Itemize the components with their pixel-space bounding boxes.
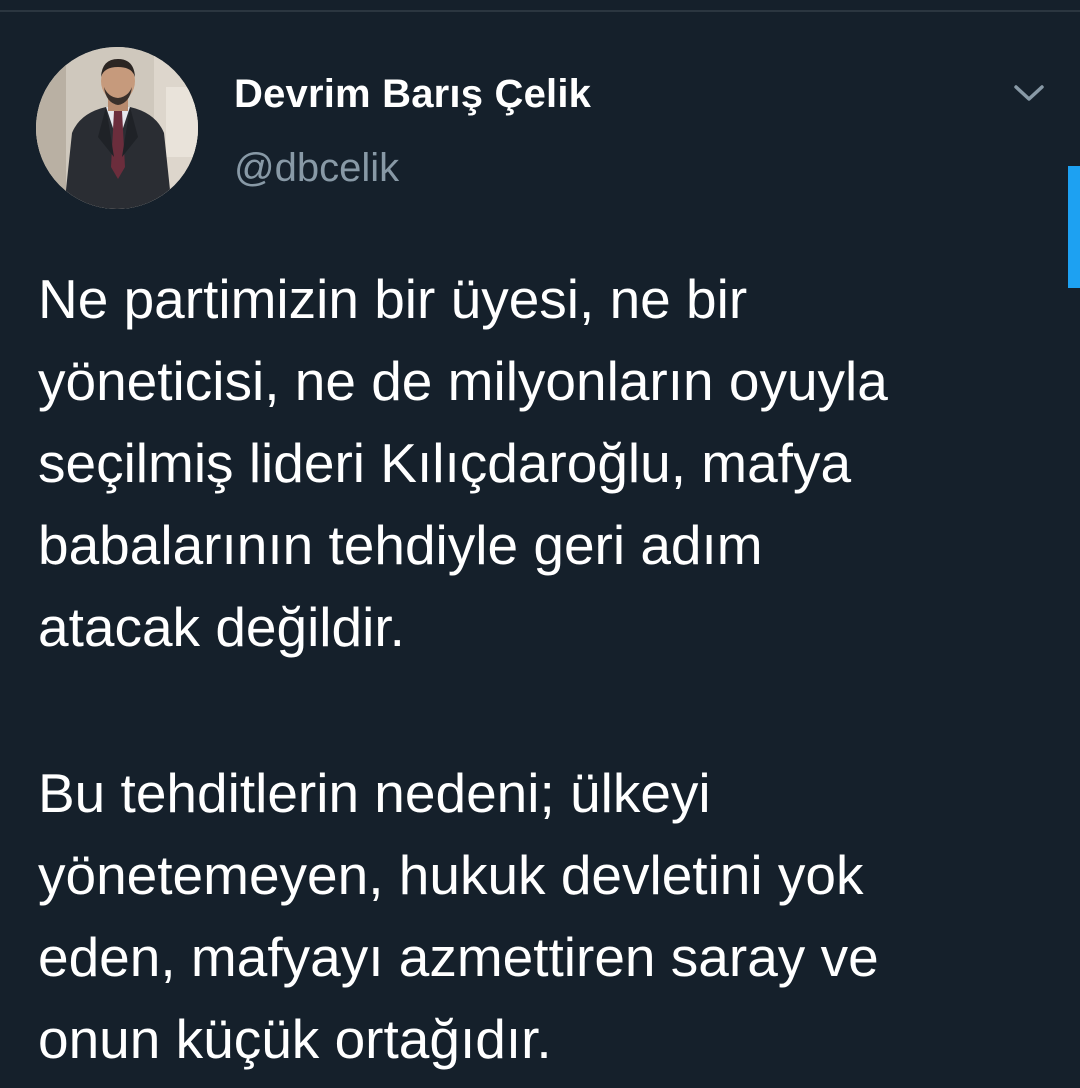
avatar[interactable] <box>36 47 198 209</box>
tweet-menu-button[interactable] <box>1008 76 1050 110</box>
tweet-text-line: yöneticisi, ne de milyonların oyuyla <box>38 350 888 412</box>
tweet-text-line: atacak değildir. <box>38 596 405 658</box>
chevron-down-icon <box>1014 85 1044 101</box>
author-handle[interactable]: @dbcelik <box>234 146 399 191</box>
top-divider <box>0 10 1080 12</box>
tweet-text: Ne partimizin bir üyesi, ne bir yönetici… <box>38 258 1058 1080</box>
scroll-indicator[interactable] <box>1068 166 1080 288</box>
author-display-name[interactable]: Devrim Barış Çelik <box>234 72 591 117</box>
tweet-text-line: Bu tehditlerin nedeni; ülkeyi <box>38 762 711 824</box>
tweet-text-line: yönetemeyen, hukuk devletini yok <box>38 844 864 906</box>
tweet-text-line: eden, mafyayı azmettiren saray ve <box>38 926 879 988</box>
tweet-text-line: onun küçük ortağıdır. <box>38 1008 552 1070</box>
tweet-text-line: seçilmiş lideri Kılıçdaroğlu, mafya <box>38 432 852 494</box>
tweet-text-line: Ne partimizin bir üyesi, ne bir <box>38 268 748 330</box>
avatar-photo-icon <box>36 47 198 209</box>
tweet-text-line: babalarının tehdiyle geri adım <box>38 514 763 576</box>
